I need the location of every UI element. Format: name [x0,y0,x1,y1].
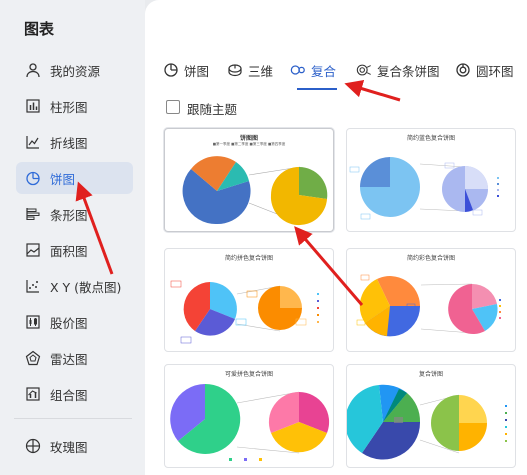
sidebar-item-label: 雷达图 [50,351,88,367]
compound-pie-preview-2 [347,384,507,460]
sidebar-item-stock-chart[interactable]: 股价图 [16,306,133,338]
sidebar-item-rose-chart[interactable]: 玫瑰图 [16,430,133,462]
chart-template-card[interactable]: 简约彩色复合饼图 [346,248,516,352]
sidebar-item-label: 我的资源 [50,63,101,79]
sidebar-item-area-chart[interactable]: 面积图 [16,234,133,266]
tab-bar-of-pie[interactable]: 复合条饼图 [356,60,440,80]
tab-donut[interactable]: 圆环图 [455,60,514,80]
sidebar-item-line-chart[interactable]: 折线图 [16,126,133,158]
colorful-compound-pie-preview [356,274,501,337]
sidebar-item-bar-chart[interactable]: 柱形图 [16,90,133,122]
sidebar-divider [14,418,132,419]
chart-template-card[interactable]: 饼图图 ■第一季度 ■第二季度 ■第三季度 ■第四季度 [164,128,334,232]
tab-label: 饼图 [184,63,210,79]
pie-icon [163,62,179,78]
pie-chart-icon [24,169,42,187]
sidebar-item-label: 饼图 [50,171,76,187]
radar-chart-icon [24,349,42,367]
bar-of-pie-icon [356,62,372,78]
chart-picker-window: 图表 我的资源 柱形图 折线图 饼图 条形图 面积图 X Y (散点图) 股价图… [0,0,527,475]
tab-3d[interactable]: 三维 [227,60,273,80]
active-tab-indicator [297,88,337,90]
chart-category-sidebar: 图表 我的资源 柱形图 折线图 饼图 条形图 面积图 X Y (散点图) 股价图… [0,0,145,475]
sidebar-item-label: 股价图 [50,315,88,331]
tab-label: 圆环图 [476,63,514,79]
tab-compound[interactable]: 复合 [290,60,336,80]
horizontal-bar-icon [24,205,42,223]
sidebar-item-label: 折线图 [50,135,88,151]
chart-template-card[interactable]: 复合饼图 [346,364,516,468]
blue-compound-pie-preview [349,157,499,220]
sidebar-item-label: 条形图 [50,207,88,223]
tab-label: 三维 [248,63,274,79]
sidebar-item-pie-chart[interactable]: 饼图 [16,162,133,194]
sidebar-item-horizontal-bar[interactable]: 条形图 [16,198,133,230]
sidebar-title: 图表 [24,20,55,38]
sidebar-item-scatter-chart[interactable]: X Y (散点图) [16,270,133,302]
chart-template-card[interactable]: 简约拼色复合饼图 [164,248,334,352]
chart-template-card[interactable]: 简约蓝色复合饼图 [346,128,516,232]
follow-theme-checkbox[interactable] [166,100,180,114]
sidebar-item-label: 面积图 [50,243,88,259]
combo-chart-icon [24,385,42,403]
compound-pie-preview [182,156,328,226]
sidebar-item-radar-chart[interactable]: 雷达图 [16,342,133,374]
rose-chart-icon [24,437,42,455]
follow-theme-label: 跟随主题 [187,102,238,117]
mixed-color-compound-pie-preview [170,280,319,344]
sidebar-item-my-resources[interactable]: 我的资源 [16,54,133,86]
stock-chart-icon [24,313,42,331]
area-chart-icon [24,241,42,259]
compound-pie-icon [290,62,306,78]
chart-template-card[interactable]: 可爱拼色复合饼图 [164,364,334,468]
3d-pie-icon [227,62,243,78]
sidebar-item-combo-chart[interactable]: 组合图 [16,378,133,410]
cute-compound-pie-preview [170,383,330,461]
bar-chart-icon [24,97,42,115]
donut-icon [455,62,471,78]
sidebar-item-label: X Y (散点图) [50,279,122,295]
sidebar-item-label: 玫瑰图 [50,439,88,455]
scatter-icon [24,277,42,295]
sidebar-item-label: 组合图 [50,387,88,403]
line-chart-icon [24,133,42,151]
user-icon [24,61,42,79]
tab-label: 复合条饼图 [377,63,440,79]
tab-label: 复合 [311,63,337,79]
tab-pie[interactable]: 饼图 [163,60,209,80]
sidebar-item-label: 柱形图 [50,99,88,115]
